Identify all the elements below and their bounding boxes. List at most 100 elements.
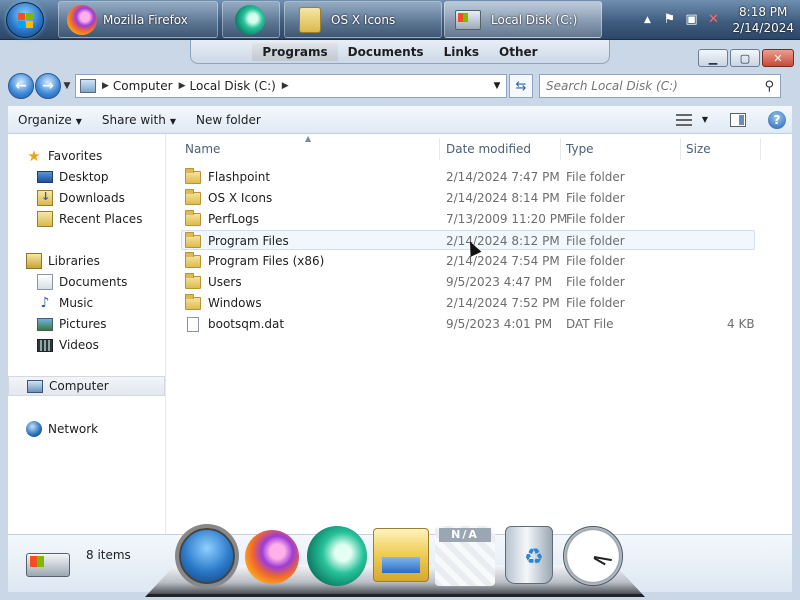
flag-icon[interactable]: ⚑	[661, 12, 677, 28]
dock-na-icon[interactable]: N/A	[435, 526, 495, 586]
back-button[interactable]: ←	[8, 73, 34, 99]
forward-button[interactable]: →	[35, 73, 61, 99]
tab-documents[interactable]: Documents	[338, 43, 434, 61]
search-box[interactable]: ⚲	[539, 74, 781, 98]
chevron-right-icon[interactable]: ▶	[179, 81, 186, 91]
column-header-size[interactable]: Size	[686, 138, 761, 160]
tab-other[interactable]: Other	[489, 43, 548, 61]
system-tray: ▲ ⚑ ▣ ✕ 8:18 PM 2/14/2024	[636, 0, 800, 40]
organize-button[interactable]: Organize ▼	[8, 113, 92, 127]
address-dropdown-icon[interactable]: ▼	[488, 81, 506, 91]
file-type: File folder	[566, 275, 625, 289]
nav-pictures[interactable]: Pictures	[8, 314, 165, 334]
chevron-right-icon[interactable]: ▶	[102, 81, 109, 91]
dock-app-icon[interactable]	[307, 526, 367, 586]
address-bar[interactable]: ▶ Computer ▶ Local Disk (C:) ▶ ▼	[75, 74, 507, 98]
tray-overflow-icon[interactable]: ▲	[639, 12, 655, 28]
file-icon	[187, 316, 199, 332]
computer-icon	[27, 379, 43, 393]
column-header-type[interactable]: Type	[566, 138, 681, 160]
nav-libraries[interactable]: Libraries	[8, 251, 165, 271]
dock-clock-icon[interactable]	[563, 526, 623, 586]
file-row[interactable]: Users 9/5/2023 4:47 PM File folder	[181, 272, 755, 292]
new-folder-button[interactable]: New folder	[186, 113, 271, 127]
nav-downloads-label: Downloads	[59, 191, 125, 205]
dock-folder-icon[interactable]	[373, 528, 429, 582]
taskbar-os-x-icons[interactable]: OS X Icons	[284, 1, 442, 38]
item-count: 8 items	[86, 548, 131, 562]
file-row[interactable]: bootsqm.dat 9/5/2023 4:01 PM DAT File 4 …	[181, 314, 755, 334]
breadcrumb-local-disk[interactable]: Local Disk (C:)	[190, 79, 276, 93]
file-name-cell: Users	[185, 272, 242, 292]
tab-programs[interactable]: Programs	[252, 42, 338, 61]
share-with-label: Share with	[101, 112, 166, 127]
recent-pages-dropdown[interactable]: ▼	[61, 81, 73, 91]
share-with-button[interactable]: Share with ▼	[92, 113, 186, 127]
file-date: 2/14/2024 7:54 PM	[446, 254, 560, 268]
nav-computer[interactable]: Computer	[8, 376, 165, 396]
change-view-icon[interactable]	[675, 113, 692, 126]
taskbar-firefox-label: Mozilla Firefox	[103, 12, 188, 27]
dock-recycle-bin-icon[interactable]	[505, 526, 553, 584]
taskbar-firefox[interactable]: Mozilla Firefox	[58, 1, 218, 38]
maximize-icon: ▢	[739, 51, 751, 65]
file-row[interactable]: Windows 2/14/2024 7:52 PM File folder	[181, 293, 755, 313]
forward-arrow-icon: →	[42, 78, 54, 94]
nav-documents[interactable]: Documents	[8, 272, 165, 292]
help-icon[interactable]: ?	[768, 110, 786, 129]
tab-links[interactable]: Links	[434, 43, 489, 61]
start-button[interactable]	[6, 2, 44, 38]
close-button[interactable]: ✕	[762, 49, 794, 67]
file-row[interactable]: PerfLogs 7/13/2009 11:20 PM File folder	[181, 209, 755, 229]
new-folder-label: New folder	[195, 112, 261, 127]
folder-icon	[185, 272, 201, 289]
nav-recent-places[interactable]: Recent Places	[8, 209, 165, 229]
nav-network[interactable]: Network	[8, 419, 165, 439]
network-icon	[26, 421, 42, 437]
file-name-cell: Program Files (x86)	[185, 251, 324, 271]
network-tray-icon[interactable]: ▣	[683, 12, 699, 28]
dock-firefox-icon[interactable]	[245, 530, 299, 584]
taskbar: Mozilla Firefox OS X Icons Local Disk (C…	[0, 0, 800, 40]
star-icon: ★	[27, 147, 41, 165]
nav-downloads[interactable]: Downloads	[8, 188, 165, 208]
nav-pictures-label: Pictures	[59, 317, 107, 331]
nav-documents-label: Documents	[59, 275, 128, 289]
taskbar-local-disk[interactable]: Local Disk (C:)	[444, 1, 602, 38]
firefox-icon	[67, 4, 97, 35]
file-date: 2/14/2024 7:52 PM	[446, 296, 560, 310]
breadcrumb-computer[interactable]: Computer	[113, 79, 173, 93]
refresh-button[interactable]: ⇆	[509, 74, 533, 98]
chevron-down-icon: ▼	[169, 116, 176, 126]
chevron-right-icon[interactable]: ▶	[282, 81, 289, 91]
minimize-button[interactable]: ▁	[698, 49, 728, 67]
volume-muted-icon[interactable]: ✕	[705, 12, 721, 28]
file-name: OS X Icons	[208, 191, 273, 205]
nav-desktop[interactable]: Desktop	[8, 167, 165, 187]
file-date: 7/13/2009 11:20 PM	[446, 212, 568, 226]
file-type: File folder	[566, 296, 625, 310]
file-row[interactable]: OS X Icons 2/14/2024 8:14 PM File folder	[181, 188, 755, 208]
column-header-date-modified[interactable]: Date modified	[446, 138, 561, 160]
column-header-name[interactable]: Name	[185, 138, 440, 160]
nav-favorites[interactable]: ★ Favorites	[8, 146, 165, 166]
file-date: 9/5/2023 4:01 PM	[446, 317, 553, 331]
preview-pane-icon[interactable]	[730, 112, 746, 127]
clock[interactable]: 8:18 PM 2/14/2024	[732, 4, 794, 36]
views-dropdown-icon[interactable]: ▼	[702, 115, 708, 124]
file-name-cell: Program Files	[185, 231, 289, 251]
nav-music[interactable]: ♪ Music	[8, 293, 165, 313]
file-name: Users	[208, 275, 242, 289]
search-icon[interactable]: ⚲	[764, 79, 774, 94]
taskbar-app[interactable]	[222, 1, 280, 38]
search-input[interactable]	[546, 79, 765, 93]
file-row[interactable]: Program Files (x86) 2/14/2024 7:54 PM Fi…	[181, 251, 755, 271]
file-row[interactable]: Flashpoint 2/14/2024 7:47 PM File folder	[181, 167, 755, 187]
music-icon: ♪	[40, 295, 50, 311]
file-name: PerfLogs	[208, 212, 260, 226]
nav-videos[interactable]: Videos	[8, 335, 165, 355]
folder-icon	[185, 231, 201, 248]
dock-windows-icon[interactable]	[179, 528, 235, 584]
nav-favorites-label: Favorites	[48, 149, 103, 163]
maximize-button[interactable]: ▢	[730, 49, 760, 67]
